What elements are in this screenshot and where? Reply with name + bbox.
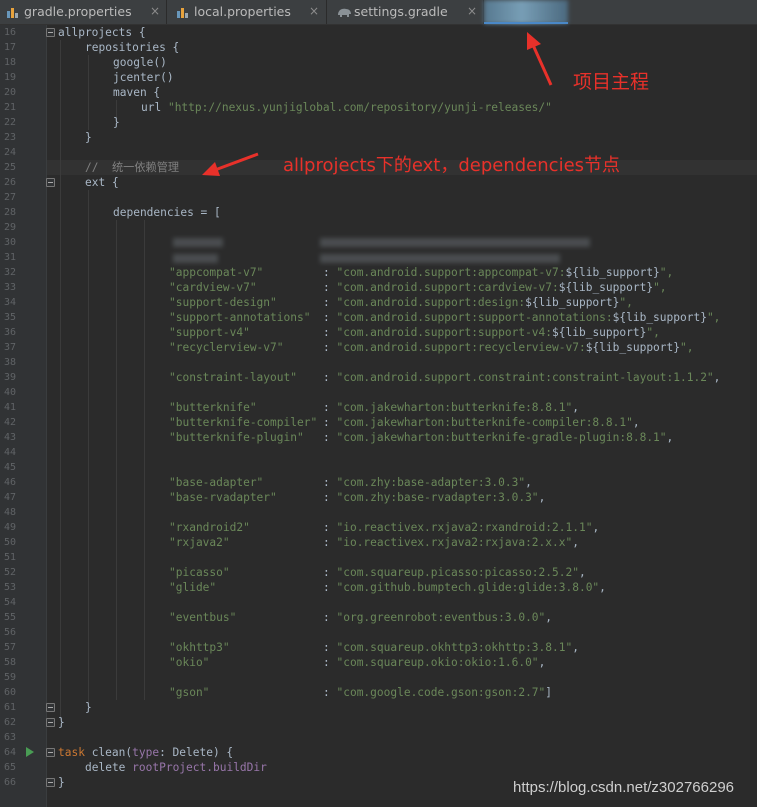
annotation-arrows [202,32,553,176]
arrow-to-comment [202,152,259,176]
annotation-ext-node: allprojects下的ext，dependencies节点 [283,155,621,176]
annotation-main-project: 项目主程 [573,71,650,93]
watermark: https://blog.csdn.net/z302766296 [513,779,735,796]
arrow-to-tab [527,32,553,86]
